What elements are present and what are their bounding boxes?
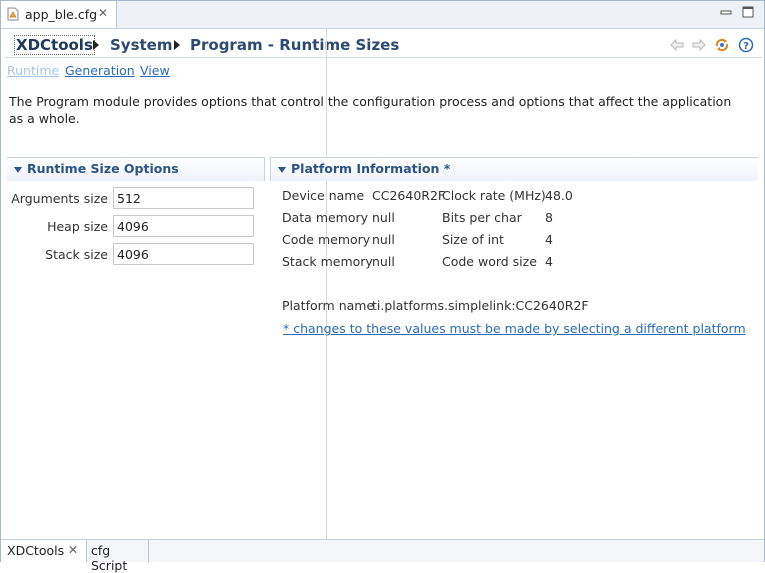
tab-label: XDCtools	[7, 543, 65, 558]
data-memory-value: null	[372, 210, 395, 225]
close-tab-icon[interactable]: ✕	[98, 6, 108, 20]
collapse-triangle-icon[interactable]	[14, 167, 22, 173]
change-platform-link[interactable]: * changes to these values must be made b…	[283, 321, 746, 336]
clock-rate-value: 48.0	[545, 188, 573, 203]
size-of-int-value: 4	[545, 232, 553, 247]
breadcrumb-xdctools[interactable]: XDCtools	[14, 35, 95, 55]
bottom-tab-bar: XDCtools ✕ cfg Script	[1, 539, 764, 573]
generation-link[interactable]: Generation	[65, 63, 135, 78]
editor-tab-bar: app_ble.cfg ✕	[1, 1, 764, 29]
code-word-size-value: 4	[545, 254, 553, 269]
editor-window: app_ble.cfg ✕ XDCtools System Program - …	[0, 0, 765, 573]
forward-arrow-icon[interactable]	[691, 37, 707, 53]
bits-per-char-label: Bits per char	[442, 210, 522, 225]
section-title: Platform Information *	[291, 161, 451, 176]
tab-label: cfg Script	[91, 543, 128, 573]
heap-size-label: Heap size	[47, 219, 108, 234]
runtime-link[interactable]: Runtime	[7, 63, 59, 78]
clock-rate-label: Clock rate (MHz)	[442, 188, 546, 203]
vertical-guide-line	[326, 29, 327, 561]
runtime-size-options-header[interactable]: Runtime Size Options	[7, 157, 265, 181]
svg-text:?: ?	[743, 41, 749, 52]
arguments-size-input[interactable]	[113, 187, 254, 209]
code-memory-value: null	[372, 232, 395, 247]
size-of-int-label: Size of int	[442, 232, 504, 247]
stack-size-input[interactable]	[113, 243, 254, 265]
stack-memory-label: Stack memory	[282, 254, 373, 269]
collapse-triangle-icon[interactable]	[278, 167, 286, 173]
section-title: Runtime Size Options	[27, 161, 179, 176]
tab-xdctools[interactable]: XDCtools ✕	[1, 540, 87, 562]
cfg-file-icon	[7, 7, 19, 21]
data-memory-label: Data memory	[282, 210, 369, 225]
sync-icon[interactable]	[714, 37, 730, 53]
close-tab-icon[interactable]: ✕	[68, 543, 78, 557]
header-divider	[5, 57, 762, 58]
breadcrumb-system[interactable]: System	[110, 36, 172, 54]
device-name-label: Device name	[282, 188, 365, 203]
heap-size-input[interactable]	[113, 215, 254, 237]
minimize-icon[interactable]	[719, 5, 733, 19]
page-title: Program - Runtime Sizes	[190, 36, 400, 54]
maximize-icon[interactable]	[741, 5, 755, 19]
platform-name-label: Platform name	[282, 298, 375, 313]
module-description: The Program module provides options that…	[9, 94, 732, 126]
breadcrumb-separator-icon	[93, 40, 99, 50]
platform-name-value: ti.platforms.simplelink:CC2640R2F	[372, 298, 589, 313]
editor-tab-app-ble[interactable]: app_ble.cfg ✕	[1, 1, 117, 28]
tab-cfg-script[interactable]: cfg Script	[87, 540, 149, 573]
help-icon[interactable]: ?	[738, 37, 754, 53]
arguments-size-label: Arguments size	[11, 191, 108, 206]
back-arrow-icon[interactable]	[669, 37, 685, 53]
device-name-value: CC2640R2F	[372, 188, 446, 203]
code-word-size-label: Code word size	[442, 254, 537, 269]
breadcrumb-separator-icon	[174, 40, 180, 50]
platform-information-header[interactable]: Platform Information *	[270, 157, 758, 181]
code-memory-label: Code memory	[282, 232, 371, 247]
editor-tab-label: app_ble.cfg	[25, 7, 98, 22]
stack-memory-value: null	[372, 254, 395, 269]
bits-per-char-value: 8	[545, 210, 553, 225]
view-link[interactable]: View	[140, 63, 170, 78]
stack-size-label: Stack size	[45, 247, 108, 262]
